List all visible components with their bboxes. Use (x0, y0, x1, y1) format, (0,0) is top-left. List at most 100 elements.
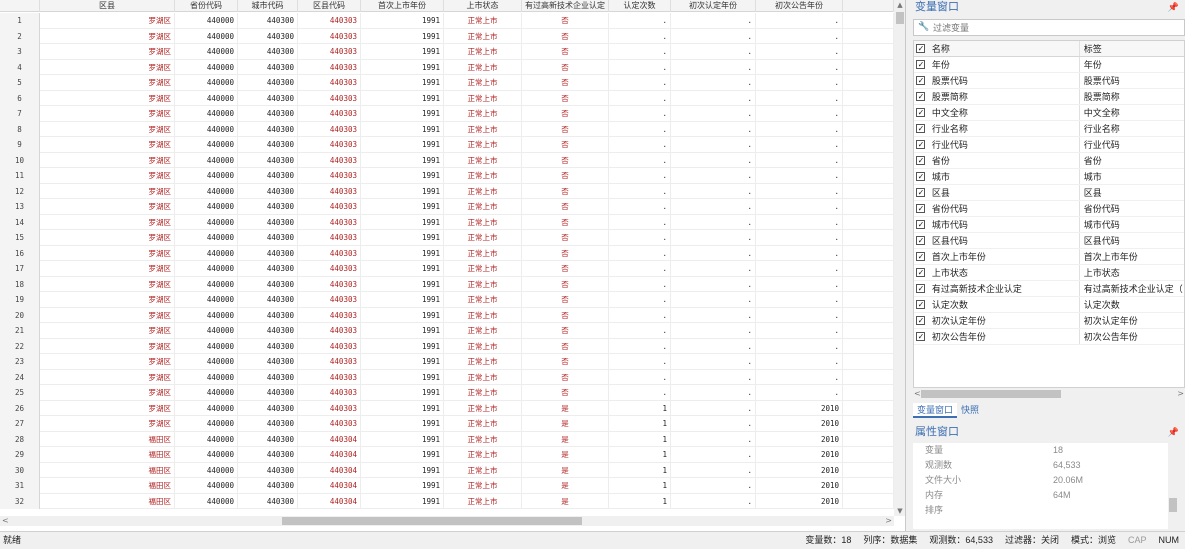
variable-label[interactable]: 年份 (1080, 57, 1184, 72)
table-row[interactable]: 31 福田区 440000 440300 440304 1991 正常上市是 1. 2010 (0, 478, 894, 494)
table-row[interactable]: 11 罗湖区 440000 440300 440303 1991 正常上市否... (0, 168, 894, 184)
table-cell[interactable]: 罗湖区 (40, 354, 175, 370)
variable-name[interactable]: 行业代码 (928, 137, 1080, 152)
variable-checkbox[interactable]: ✓ (916, 284, 926, 293)
variable-row[interactable]: ✓ 城市代码 城市代码 (914, 217, 1184, 233)
table-row[interactable]: 17 罗湖区 440000 440300 440303 1991 正常上市否... (0, 261, 894, 277)
table-cell[interactable]: 罗湖区 (40, 307, 175, 323)
scroll-thumb[interactable] (1169, 498, 1177, 512)
table-cell[interactable]: 否 (522, 369, 609, 385)
table-cell[interactable]: 福田区 (40, 462, 175, 478)
row-number[interactable]: 31 (0, 478, 40, 494)
table-cell[interactable]: 罗湖区 (40, 121, 175, 137)
table-cell[interactable]: 440000 (175, 323, 238, 339)
table-cell[interactable]: . (756, 276, 843, 292)
table-cell[interactable]: 440303 (298, 152, 361, 168)
variable-row[interactable]: ✓ 有过高新技术企业认定 有过高新技术企业认定（ (914, 281, 1184, 297)
column-header[interactable]: 初次公告年份 (756, 0, 843, 12)
table-cell[interactable]: 440000 (175, 385, 238, 401)
table-cell[interactable]: . (671, 276, 756, 292)
table-cell[interactable]: 2010 (756, 416, 843, 432)
table-cell[interactable]: 1991 (361, 261, 444, 277)
row-number[interactable]: 11 (0, 168, 40, 184)
table-cell[interactable]: . (671, 13, 756, 29)
table-cell[interactable]: 1991 (361, 307, 444, 323)
variable-checkbox[interactable]: ✓ (916, 300, 926, 309)
table-cell[interactable]: 是 (522, 416, 609, 432)
table-cell[interactable]: 440000 (175, 28, 238, 44)
table-row[interactable]: 25 罗湖区 440000 440300 440303 1991 正常上市否... (0, 385, 894, 401)
variable-row[interactable]: ✓ 省份 省份 (914, 153, 1184, 169)
variable-label[interactable]: 股票代码 (1080, 73, 1184, 88)
table-cell[interactable]: 440300 (238, 385, 298, 401)
table-cell[interactable]: 440303 (298, 90, 361, 106)
table-row[interactable]: 15 罗湖区 440000 440300 440303 1991 正常上市否... (0, 230, 894, 246)
table-cell[interactable]: 否 (522, 44, 609, 60)
table-cell[interactable]: 正常上市 (444, 478, 522, 494)
table-cell[interactable]: 否 (522, 13, 609, 29)
table-cell[interactable]: . (756, 230, 843, 246)
variable-name[interactable]: 城市 (928, 169, 1080, 184)
table-cell[interactable]: . (756, 75, 843, 91)
table-cell[interactable]: 440000 (175, 13, 238, 29)
table-cell[interactable]: 是 (522, 447, 609, 463)
variable-row[interactable]: ✓ 行业代码 行业代码 (914, 137, 1184, 153)
row-number[interactable]: 29 (0, 447, 40, 463)
table-cell[interactable]: 否 (522, 214, 609, 230)
table-cell[interactable]: 1991 (361, 478, 444, 494)
table-cell[interactable]: 440000 (175, 245, 238, 261)
scroll-up-icon[interactable]: ▲ (894, 0, 905, 10)
table-cell[interactable]: 1 (609, 478, 671, 494)
variable-name[interactable]: 行业名称 (928, 121, 1080, 136)
table-cell[interactable]: 440000 (175, 230, 238, 246)
table-row[interactable]: 6 罗湖区 440000 440300 440303 1991 正常上市否... (0, 90, 894, 106)
variable-row[interactable]: ✓ 认定次数 认定次数 (914, 297, 1184, 313)
select-all-checkbox[interactable]: ✓ (916, 44, 926, 53)
table-cell[interactable]: 否 (522, 28, 609, 44)
table-cell[interactable]: . (756, 152, 843, 168)
scroll-left-icon[interactable]: < (2, 516, 9, 526)
table-cell[interactable]: 440300 (238, 462, 298, 478)
variable-checkbox[interactable]: ✓ (916, 140, 926, 149)
table-cell[interactable]: . (671, 214, 756, 230)
table-cell[interactable]: 正常上市 (444, 168, 522, 184)
table-cell[interactable]: 正常上市 (444, 276, 522, 292)
table-cell[interactable]: . (671, 121, 756, 137)
table-cell[interactable]: 否 (522, 261, 609, 277)
table-cell[interactable]: 440300 (238, 59, 298, 75)
table-row[interactable]: 28 福田区 440000 440300 440304 1991 正常上市是 1. 2010 (0, 431, 894, 447)
table-cell[interactable]: 440000 (175, 183, 238, 199)
table-cell[interactable]: 正常上市 (444, 183, 522, 199)
table-cell[interactable]: 440300 (238, 323, 298, 339)
table-cell[interactable]: 否 (522, 307, 609, 323)
table-cell[interactable]: . (609, 230, 671, 246)
table-cell[interactable]: 440000 (175, 106, 238, 122)
variable-name[interactable]: 首次上市年份 (928, 249, 1080, 264)
row-number[interactable]: 24 (0, 369, 40, 385)
variable-name[interactable]: 上市状态 (928, 265, 1080, 280)
table-cell[interactable]: . (671, 44, 756, 60)
variable-label[interactable]: 初次公告年份 (1080, 329, 1184, 344)
table-cell[interactable]: 440303 (298, 385, 361, 401)
table-cell[interactable]: 440000 (175, 369, 238, 385)
variable-checkbox[interactable]: ✓ (916, 76, 926, 85)
table-cell[interactable]: 1 (609, 416, 671, 432)
table-cell[interactable]: 440303 (298, 416, 361, 432)
table-cell[interactable]: 440303 (298, 28, 361, 44)
table-cell[interactable]: . (609, 13, 671, 29)
row-number-header[interactable] (0, 0, 40, 12)
table-cell[interactable]: 1991 (361, 59, 444, 75)
variable-label[interactable]: 区县 (1080, 185, 1184, 200)
table-row[interactable]: 20 罗湖区 440000 440300 440303 1991 正常上市否... (0, 307, 894, 323)
table-cell[interactable]: 罗湖区 (40, 152, 175, 168)
table-cell[interactable]: 否 (522, 168, 609, 184)
variable-name[interactable]: 认定次数 (928, 297, 1080, 312)
variable-row[interactable]: ✓ 行业名称 行业名称 (914, 121, 1184, 137)
table-cell[interactable]: . (609, 245, 671, 261)
table-cell[interactable]: 440303 (298, 137, 361, 153)
table-row[interactable]: 27 罗湖区 440000 440300 440303 1991 正常上市是 1. 2010 (0, 416, 894, 432)
table-cell[interactable]: 440000 (175, 90, 238, 106)
table-row[interactable]: 30 福田区 440000 440300 440304 1991 正常上市是 1. 2010 (0, 462, 894, 478)
table-cell[interactable]: 1991 (361, 230, 444, 246)
table-cell[interactable]: 是 (522, 431, 609, 447)
